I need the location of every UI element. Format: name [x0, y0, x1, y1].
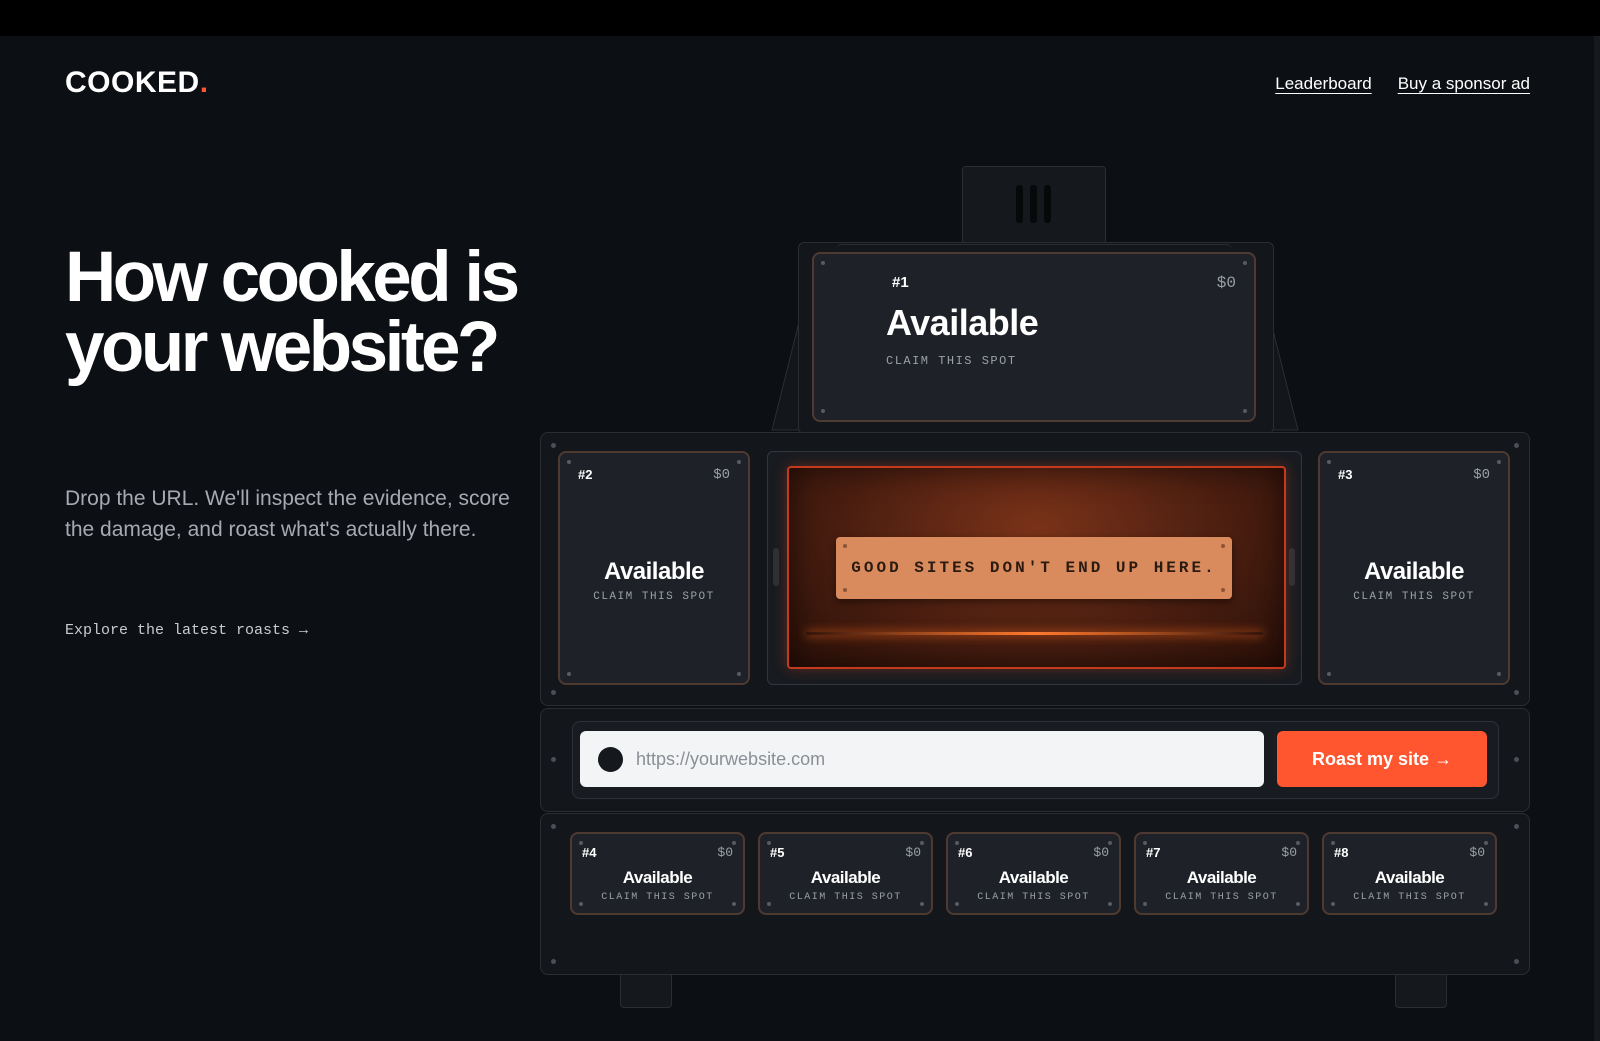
sponsor-spot-1[interactable]: #1 $0 Available CLAIM THIS SPOT: [812, 252, 1256, 422]
spot-cta: CLAIM THIS SPOT: [1353, 591, 1475, 603]
top-nav: Leaderboard Buy a sponsor ad: [1275, 74, 1530, 94]
roast-my-site-button[interactable]: Roast my site →: [1277, 731, 1487, 787]
bolt: [1514, 443, 1519, 448]
spot-cta: CLAIM THIS SPOT: [789, 892, 902, 903]
oven-sign-text: GOOD SITES DON'T END UP HERE.: [851, 559, 1217, 577]
spot-title: Available: [886, 302, 1039, 343]
spot-price: $0: [713, 467, 730, 483]
spot-cta: CLAIM THIS SPOT: [1353, 892, 1466, 903]
nav-leaderboard-link[interactable]: Leaderboard: [1275, 74, 1371, 94]
spot-price: $0: [905, 845, 921, 860]
spot-price: $0: [1281, 845, 1297, 860]
heating-element: [806, 632, 1263, 635]
vent-slot: [1030, 185, 1037, 223]
vent-slot: [1016, 185, 1023, 223]
spot-rank: #8: [1334, 845, 1349, 860]
spot-title: Available: [1374, 868, 1445, 887]
bolt: [1221, 588, 1225, 592]
bolt: [551, 824, 556, 829]
sponsor-spot-7[interactable]: #7 $0 Available CLAIM THIS SPOT: [1134, 832, 1309, 915]
logo-text: COOKED: [65, 66, 200, 99]
spot-title: Available: [622, 868, 693, 887]
bolt: [1221, 544, 1225, 548]
spot-rank: #6: [958, 845, 973, 860]
bolt: [1327, 672, 1331, 676]
bolt: [551, 443, 556, 448]
spot-cta: CLAIM THIS SPOT: [977, 892, 1090, 903]
status-dot-icon: [598, 747, 623, 772]
spot-rank: #4: [582, 845, 597, 860]
bolt: [821, 261, 825, 265]
oven-hinge-left: [773, 548, 779, 586]
spot-cta: CLAIM THIS SPOT: [886, 354, 1017, 368]
bolt: [1327, 460, 1331, 464]
vent-slot: [1044, 185, 1051, 223]
nav-sponsor-link[interactable]: Buy a sponsor ad: [1398, 74, 1530, 94]
explore-roasts-link[interactable]: Explore the latest roasts →: [65, 622, 308, 639]
bolt: [737, 672, 741, 676]
sponsor-spot-8[interactable]: #8 $0 Available CLAIM THIS SPOT: [1322, 832, 1497, 915]
sponsor-spot-5[interactable]: #5 $0 Available CLAIM THIS SPOT: [758, 832, 933, 915]
bolt: [843, 588, 847, 592]
oven-hinge-right: [1289, 548, 1295, 586]
hopper-chimney: [962, 166, 1106, 248]
spot-rank: #5: [770, 845, 785, 860]
bolt: [737, 460, 741, 464]
spot-rank: #2: [578, 467, 593, 482]
logo-dot: .: [199, 66, 209, 99]
bolt: [551, 690, 556, 695]
sponsor-spot-6[interactable]: #6 $0 Available CLAIM THIS SPOT: [946, 832, 1121, 915]
spot-cta: CLAIM THIS SPOT: [1165, 892, 1278, 903]
bolt: [551, 959, 556, 964]
oven-sign: GOOD SITES DON'T END UP HERE.: [836, 537, 1232, 599]
bolt: [567, 460, 571, 464]
sponsor-spot-4[interactable]: #4 $0 Available CLAIM THIS SPOT: [570, 832, 745, 915]
bolt: [1243, 409, 1247, 413]
bolt: [1514, 824, 1519, 829]
bolt: [567, 672, 571, 676]
spot-title: Available: [1186, 868, 1257, 887]
scrollbar[interactable]: [1594, 36, 1600, 1041]
spot-title: Available: [810, 868, 881, 887]
bolt: [1514, 959, 1519, 964]
spot-price: $0: [1473, 467, 1490, 483]
spot-title: Available: [998, 868, 1069, 887]
sponsor-spot-2[interactable]: #2 $0 Available CLAIM THIS SPOT: [558, 451, 750, 685]
hero-subtitle: Drop the URL. We'll inspect the evidence…: [65, 487, 510, 541]
spot-rank: #1: [892, 274, 909, 291]
bolt: [821, 409, 825, 413]
spot-rank: #7: [1146, 845, 1161, 860]
machine-foot-right: [1395, 975, 1447, 1008]
spot-cta: CLAIM THIS SPOT: [601, 892, 714, 903]
spot-price: $0: [1093, 845, 1109, 860]
bolt: [843, 544, 847, 548]
bolt: [551, 757, 556, 762]
spot-title: Available: [1364, 558, 1465, 585]
bolt: [1514, 690, 1519, 695]
spot-title: Available: [604, 558, 705, 585]
spot-rank: #3: [1338, 467, 1353, 482]
bolt: [1497, 460, 1501, 464]
spot-cta: CLAIM THIS SPOT: [593, 591, 715, 603]
spot-price: $0: [1469, 845, 1485, 860]
machine-foot-left: [620, 975, 672, 1008]
bolt: [1514, 757, 1519, 762]
bolt: [1497, 672, 1501, 676]
bolt: [1243, 261, 1247, 265]
sponsor-spot-3[interactable]: #3 $0 Available CLAIM THIS SPOT: [1318, 451, 1510, 685]
logo[interactable]: COOKED.: [65, 66, 209, 100]
hero-title: How cooked is your website?: [65, 238, 520, 387]
url-input[interactable]: [580, 731, 1264, 787]
browser-top-bar: [0, 0, 1600, 36]
spot-price: $0: [717, 845, 733, 860]
spot-price: $0: [1216, 274, 1236, 292]
